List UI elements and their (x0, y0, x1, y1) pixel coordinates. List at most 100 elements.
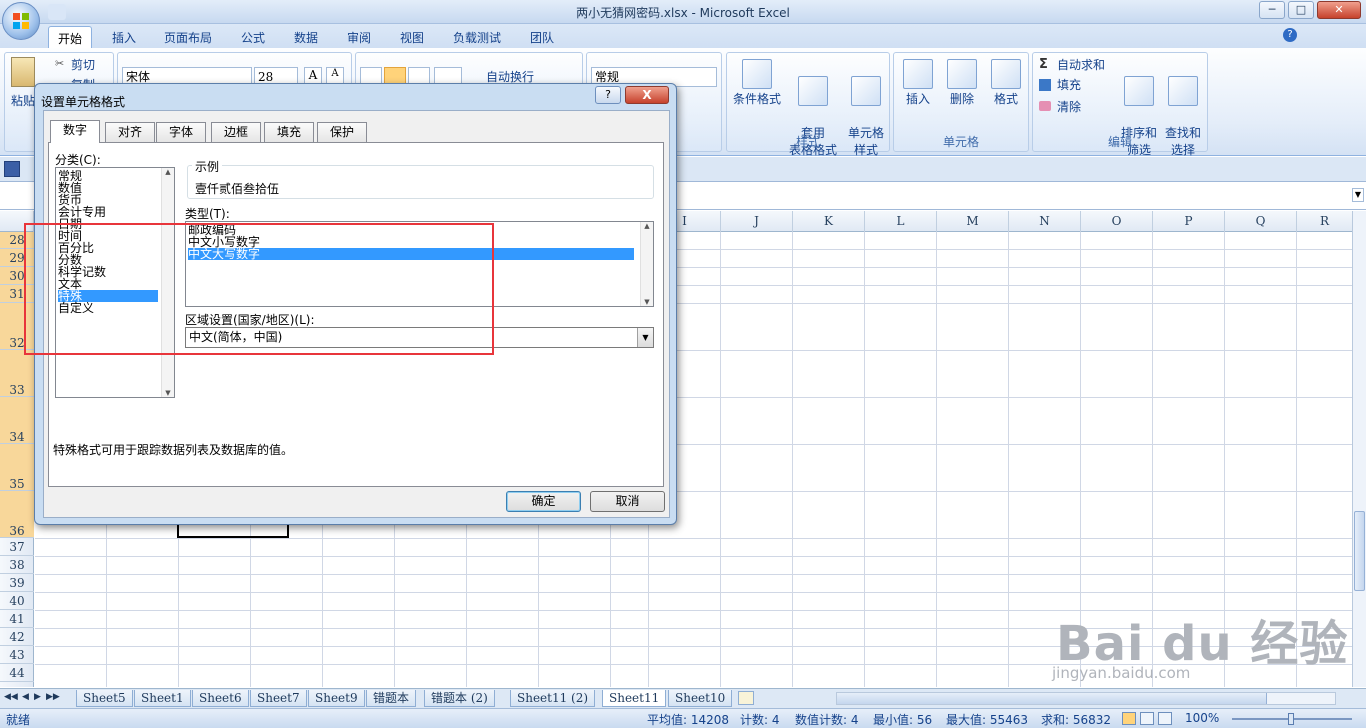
column-header[interactable]: L (865, 211, 937, 232)
sheet-tab[interactable]: Sheet7 (250, 690, 307, 707)
expand-formula-icon[interactable]: ▼ (1352, 188, 1364, 202)
row-header[interactable]: 41 (0, 610, 34, 628)
next-sheet-icon[interactable]: ▶ (34, 692, 41, 702)
cut-button[interactable]: 剪切 (71, 55, 95, 75)
autosum-button[interactable]: 自动求和 (1057, 55, 1105, 75)
status-bar: 就绪 平均值: 14208 计数: 4 数值计数: 4 最小值: 56 最大值:… (0, 708, 1366, 728)
binoculars-icon (1168, 76, 1198, 106)
maximize-button[interactable]: □ (1288, 1, 1314, 19)
minimize-button[interactable]: ─ (1259, 1, 1285, 19)
prev-sheet-icon[interactable]: ◀ (22, 692, 29, 702)
row-header[interactable]: 43 (0, 646, 34, 664)
ok-button[interactable]: 确定 (506, 491, 581, 512)
row-header[interactable]: 40 (0, 592, 34, 610)
sheet-tab[interactable]: Sheet1 (134, 690, 191, 707)
column-header[interactable]: P (1153, 211, 1225, 232)
count-status: 计数: 4 (740, 713, 780, 727)
zoom-thumb[interactable] (1288, 713, 1294, 725)
tab-team[interactable]: 团队 (521, 26, 563, 48)
paste-icon[interactable] (11, 57, 35, 87)
horizontal-scrollbar[interactable] (836, 692, 1336, 705)
tab-fill[interactable]: 填充 (264, 122, 315, 142)
close-button[interactable]: ✕ (1317, 1, 1361, 19)
sheet-tab[interactable]: Sheet11 (2) (510, 690, 596, 707)
clear-button[interactable]: 清除 (1057, 97, 1081, 117)
h-scroll-thumb[interactable] (837, 693, 1267, 704)
column-header[interactable]: O (1081, 211, 1153, 232)
sheet-tab[interactable]: Sheet6 (192, 690, 249, 707)
tab-view[interactable]: 视图 (391, 26, 433, 48)
column-header[interactable]: Q (1225, 211, 1297, 232)
tab-alignment[interactable]: 对齐 (105, 122, 156, 142)
conditional-format-button[interactable]: 条件格式 (731, 59, 783, 108)
sheet-tab[interactable]: 错题本 (366, 690, 417, 707)
row-header[interactable]: 38 (0, 556, 34, 574)
save-icon[interactable] (48, 4, 66, 20)
tab-data[interactable]: 数据 (285, 26, 327, 48)
row-header[interactable]: 37 (0, 538, 34, 556)
sheet-tab[interactable]: Sheet10 (668, 690, 733, 707)
sheet-tab-bar: ◀◀ ◀ ▶ ▶▶ Sheet5 Sheet1 Sheet6 Sheet7 Sh… (0, 688, 1366, 708)
tab-number[interactable]: 数字 (50, 120, 101, 143)
office-button[interactable] (2, 2, 40, 40)
eraser-icon (1039, 101, 1051, 111)
row-header[interactable]: 33 (0, 350, 34, 397)
row-header[interactable]: 34 (0, 397, 34, 444)
scroll-thumb[interactable] (1354, 511, 1365, 591)
scroll-up-icon[interactable]: ▲ (641, 222, 653, 230)
scroll-up-icon[interactable]: ▲ (162, 168, 174, 176)
tab-review[interactable]: 审阅 (338, 26, 380, 48)
sheet-tab-active[interactable]: Sheet11 (602, 690, 667, 707)
scroll-down-icon[interactable]: ▼ (641, 298, 653, 306)
tab-insert[interactable]: 插入 (103, 26, 145, 48)
type-scrollbar[interactable]: ▲ ▼ (640, 222, 653, 306)
tab-font[interactable]: 字体 (156, 122, 207, 142)
baidu-watermark-url: jingyan.baidu.com (1052, 664, 1191, 682)
insert-cells-button[interactable]: 插入 (898, 59, 938, 108)
zoom-level[interactable]: 100% (1185, 711, 1219, 725)
page-layout-view-icon[interactable] (1140, 712, 1154, 725)
column-header[interactable]: N (1009, 211, 1081, 232)
delete-cells-button[interactable]: 删除 (942, 59, 982, 108)
column-header[interactable]: K (793, 211, 865, 232)
last-sheet-icon[interactable]: ▶▶ (46, 692, 60, 702)
insert-sheet-icon[interactable] (738, 691, 754, 705)
insert-cells-icon (903, 59, 933, 89)
first-sheet-icon[interactable]: ◀◀ (4, 692, 18, 702)
zoom-slider[interactable] (1232, 713, 1352, 725)
tab-formulas[interactable]: 公式 (232, 26, 274, 48)
tab-page-layout[interactable]: 页面布局 (155, 26, 221, 48)
conditional-format-icon (742, 59, 772, 89)
table-format-icon (798, 76, 828, 106)
sheet-tab[interactable]: Sheet5 (76, 690, 133, 707)
format-cells-button[interactable]: 格式 (986, 59, 1026, 108)
sheet-tab[interactable]: 错题本 (2) (424, 690, 495, 707)
tab-home[interactable]: 开始 (48, 26, 93, 48)
help-icon[interactable]: ? (1283, 28, 1297, 42)
row-header[interactable]: 42 (0, 628, 34, 646)
cancel-button[interactable]: 取消 (590, 491, 665, 512)
column-header[interactable]: J (721, 211, 793, 232)
column-header[interactable]: M (937, 211, 1009, 232)
dialog-help-button[interactable]: ? (595, 86, 621, 104)
dropdown-arrow-icon[interactable]: ▼ (637, 328, 653, 347)
scroll-down-icon[interactable]: ▼ (162, 389, 174, 397)
tab-load-test[interactable]: 负载测试 (444, 26, 510, 48)
editing-group-label: 编辑 (1107, 135, 1132, 149)
fill-button[interactable]: 填充 (1057, 75, 1081, 95)
row-header[interactable]: 44 (0, 664, 34, 682)
max-status: 最大值: 55463 (946, 713, 1029, 727)
row-header[interactable]: 39 (0, 574, 34, 592)
tab-protection[interactable]: 保护 (317, 122, 368, 142)
paste-button[interactable]: 粘贴 (11, 93, 35, 110)
row-header[interactable]: 36 (0, 491, 34, 538)
save-quick-icon[interactable] (4, 161, 20, 177)
tab-border[interactable]: 边框 (211, 122, 262, 142)
sheet-tab[interactable]: Sheet9 (308, 690, 365, 707)
column-header[interactable]: R (1297, 211, 1352, 232)
page-break-view-icon[interactable] (1158, 712, 1172, 725)
vertical-scrollbar[interactable] (1352, 211, 1366, 687)
normal-view-icon[interactable] (1122, 712, 1136, 725)
dialog-close-button[interactable]: X (625, 86, 669, 104)
row-header[interactable]: 35 (0, 444, 34, 491)
